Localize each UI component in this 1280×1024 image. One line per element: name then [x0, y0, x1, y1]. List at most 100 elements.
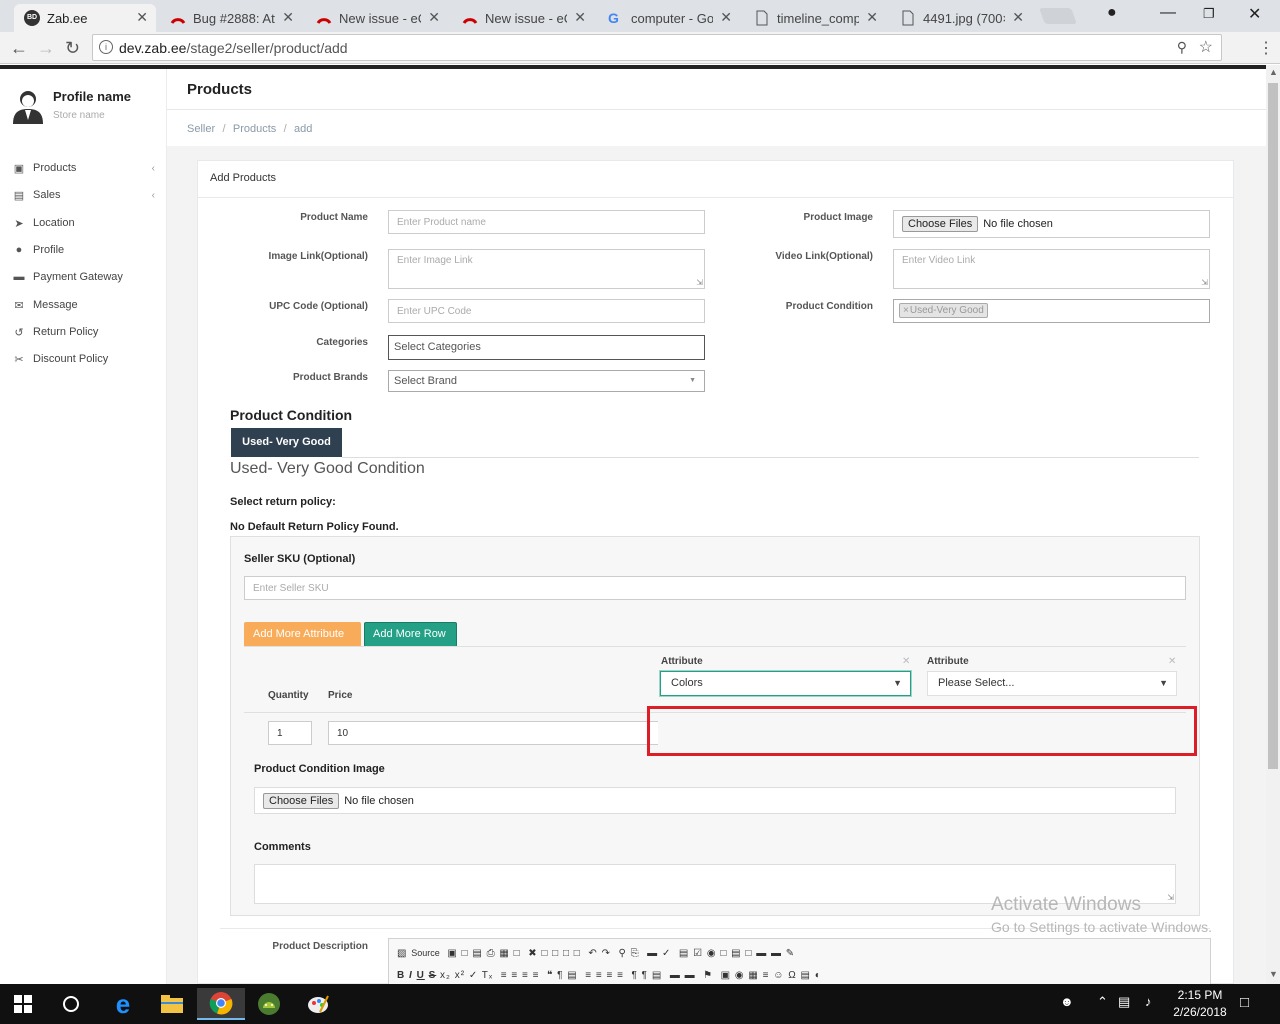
breadcrumb-products[interactable]: Products: [233, 123, 276, 135]
source-icon[interactable]: ▧: [397, 948, 407, 959]
minimize-icon[interactable]: —: [1160, 4, 1176, 22]
image-link-textarea[interactable]: Enter Image Link ⇲: [388, 249, 705, 289]
attribute-select-2[interactable]: Please Select... ▼: [927, 671, 1177, 696]
categories-select[interactable]: Select Categories: [388, 335, 705, 360]
tab-title: Zab.ee: [47, 10, 88, 26]
no-file-text: No file chosen: [983, 218, 1053, 230]
editor-icons-row-2[interactable]: x₂ x² ✓ Tₓ ≡ ≡ ≡ ≡ ❝ ¶ ▤ ≡ ≡ ≡ ≡ ¶ ¶ ▤ ▬…: [440, 970, 822, 981]
sidebar-item-sales[interactable]: ▤ Sales ‹: [12, 186, 157, 204]
attribute-select-1[interactable]: Colors ▼: [660, 671, 911, 696]
browser-tab-new-issue-1[interactable]: New issue - eCo ✕: [306, 4, 448, 32]
clock-time[interactable]: 2:15 PM: [1170, 988, 1230, 1002]
condition-image-file-input[interactable]: Choose Files No file chosen: [254, 787, 1176, 814]
bold-icon[interactable]: B: [397, 970, 405, 981]
menu-icon[interactable]: ⋮: [1258, 38, 1274, 58]
avatar: [11, 88, 45, 124]
scroll-up-icon[interactable]: ▲: [1269, 67, 1278, 77]
video-link-textarea[interactable]: Enter Video Link ⇲: [893, 249, 1210, 289]
tab-close-icon[interactable]: ✕: [574, 9, 586, 26]
condition-tab[interactable]: Used- Very Good: [231, 428, 342, 457]
sidebar-item-discount-policy[interactable]: ✂ Discount Policy: [12, 350, 157, 368]
strike-icon[interactable]: S: [429, 970, 437, 981]
windows-start-icon[interactable]: [3, 988, 43, 1020]
product-condition-multiselect[interactable]: ×Used-Very Good: [893, 299, 1210, 323]
condition-tag[interactable]: ×Used-Very Good: [899, 303, 988, 318]
forward-icon[interactable]: →: [37, 38, 55, 59]
sidebar-item-location[interactable]: ➤ Location: [12, 214, 157, 232]
windows-taskbar: e ☻ ⌃ ▤ ♪ 2:15 PM 2/26/2018 □: [0, 984, 1280, 1024]
vertical-scrollbar[interactable]: ▲ ▼: [1266, 65, 1280, 984]
price-input[interactable]: 10: [328, 721, 658, 745]
underline-icon[interactable]: U: [417, 970, 425, 981]
quantity-input[interactable]: 1: [268, 721, 312, 745]
volume-icon[interactable]: ♪: [1145, 994, 1152, 1009]
editor-toolbar-row-1[interactable]: ▧ Source ▣ □ ▤ ⎙ ▦ □ ✖ □ □ □ □ ↶ ↷ ⚲ ⎘ ▬…: [397, 948, 795, 959]
remove-attribute-icon[interactable]: ✕: [1168, 656, 1176, 667]
choose-files-button[interactable]: Choose Files: [263, 792, 340, 809]
breadcrumb-add: add: [294, 123, 313, 135]
browser-tab-google[interactable]: G computer - Goo ✕: [598, 4, 740, 32]
attribute-label-2: Attribute: [927, 656, 969, 667]
back-icon[interactable]: ←: [10, 38, 28, 59]
paint-icon[interactable]: [298, 988, 338, 1020]
editor-toolbar-row-2[interactable]: B I U S x₂ x² ✓ Tₓ ≡ ≡ ≡ ≡ ❝ ¶ ▤ ≡ ≡ ≡ ≡…: [397, 970, 822, 981]
tag-remove-icon[interactable]: ×: [903, 305, 909, 316]
bookmark-star-icon[interactable]: ☆: [1199, 37, 1213, 57]
scrollbar-thumb[interactable]: [1268, 83, 1278, 769]
sidebar-item-products[interactable]: ▣ Products ‹: [12, 159, 157, 177]
choose-files-button[interactable]: Choose Files: [902, 216, 979, 232]
info-icon[interactable]: i: [99, 40, 113, 54]
file-explorer-icon[interactable]: [152, 988, 192, 1020]
sidebar-item-profile[interactable]: ● Profile: [12, 241, 157, 259]
tray-chevron-up-icon[interactable]: ⌃: [1097, 994, 1108, 1010]
sidebar-item-message[interactable]: ✉ Message: [12, 296, 157, 314]
product-image-file-input[interactable]: Choose Files No file chosen: [893, 210, 1210, 238]
seller-sku-input[interactable]: Enter Seller SKU: [244, 576, 1186, 600]
remove-attribute-icon[interactable]: ✕: [902, 656, 910, 667]
product-name-input[interactable]: Enter Product name: [388, 210, 705, 234]
edge-browser-icon[interactable]: e: [103, 988, 143, 1020]
undo-icon: ↺: [14, 326, 24, 339]
browser-tab-bug[interactable]: Bug #2888: Attri ✕: [160, 4, 302, 32]
tab-close-icon[interactable]: ✕: [428, 9, 440, 26]
new-tab-button[interactable]: [1039, 8, 1077, 24]
resize-grip-icon[interactable]: ⇲: [1201, 278, 1208, 287]
reload-icon[interactable]: ↻: [65, 38, 80, 59]
clock-date[interactable]: 2/26/2018: [1165, 1005, 1235, 1019]
tab-close-icon[interactable]: ✕: [1012, 9, 1024, 26]
zoom-icon[interactable]: ⚲: [1177, 39, 1187, 56]
sidebar-item-label: Discount Policy: [33, 353, 109, 365]
tab-close-icon[interactable]: ✕: [866, 9, 878, 26]
resize-grip-icon[interactable]: ⇲: [1167, 893, 1174, 902]
product-brands-select[interactable]: Select Brand ▼: [388, 370, 705, 392]
tab-close-icon[interactable]: ✕: [136, 9, 148, 26]
add-more-row-button[interactable]: Add More Row: [364, 622, 457, 647]
browser-tab-timeline[interactable]: timeline_compu ✕: [744, 4, 886, 32]
action-center-icon[interactable]: □: [1240, 994, 1249, 1011]
browser-tab-new-issue-2[interactable]: New issue - eCo ✕: [452, 4, 594, 32]
sidebar-item-payment-gateway[interactable]: ▬ Payment Gateway: [12, 268, 157, 286]
people-icon[interactable]: ☻: [1060, 994, 1074, 1009]
browser-tab-image[interactable]: 4491.jpg (700×4 ✕: [890, 4, 1032, 32]
tab-close-icon[interactable]: ✕: [282, 9, 294, 26]
sidebar-item-return-policy[interactable]: ↺ Return Policy: [12, 323, 157, 341]
add-more-attribute-button[interactable]: Add More Attribute: [244, 622, 361, 647]
italic-icon[interactable]: I: [409, 970, 413, 981]
close-window-icon[interactable]: ✕: [1248, 4, 1261, 24]
network-icon[interactable]: ▤: [1118, 994, 1130, 1010]
scroll-down-icon[interactable]: ▼: [1269, 969, 1278, 979]
breadcrumb-seller[interactable]: Seller: [187, 123, 215, 135]
divider: [244, 646, 1186, 647]
android-studio-icon[interactable]: [249, 988, 289, 1020]
source-button[interactable]: Source: [411, 948, 440, 958]
tab-close-icon[interactable]: ✕: [720, 9, 732, 26]
cortana-search-icon[interactable]: [51, 988, 91, 1020]
chrome-taskbar-icon[interactable]: [197, 988, 245, 1020]
browser-tab-zabee[interactable]: BD Zab.ee ✕: [14, 4, 156, 32]
editor-icons-row-1[interactable]: ▣ □ ▤ ⎙ ▦ □ ✖ □ □ □ □ ↶ ↷ ⚲ ⎘ ▬ ✓ ▤ ☑ ◉ …: [444, 948, 796, 959]
address-bar[interactable]: i dev.zab.ee/stage2/seller/product/add ⚲…: [92, 34, 1222, 61]
upc-code-input[interactable]: Enter UPC Code: [388, 299, 705, 323]
account-icon[interactable]: ●: [1107, 4, 1117, 22]
restore-icon[interactable]: ❐: [1203, 6, 1215, 22]
resize-grip-icon[interactable]: ⇲: [696, 278, 703, 287]
